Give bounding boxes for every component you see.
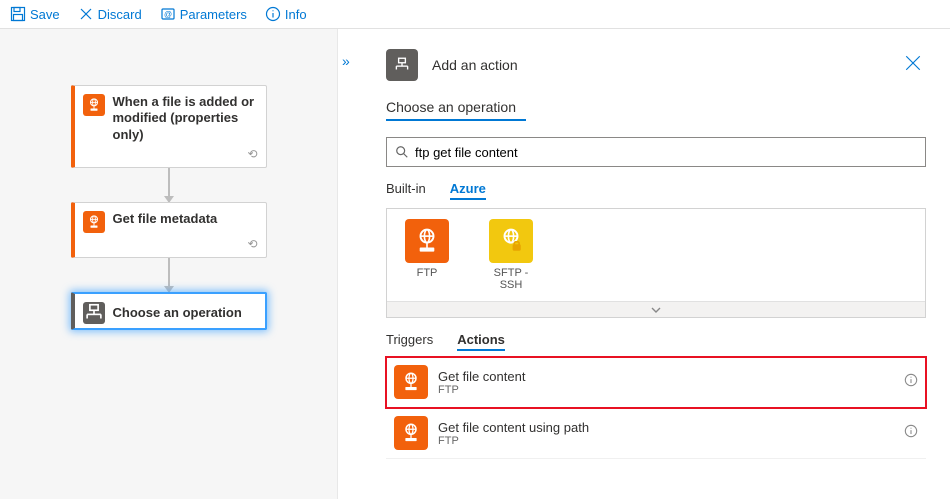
info-icon (265, 6, 281, 22)
action-title: Get file content (438, 369, 525, 384)
collapse-panel-button[interactable]: » (342, 53, 350, 69)
operation-icon (83, 302, 105, 324)
panel-title: Add an action (432, 57, 518, 73)
panel-subtitle: Choose an operation (386, 99, 926, 115)
close-icon (78, 6, 94, 22)
operation-icon (386, 49, 418, 81)
action-title: Get file content using path (438, 420, 589, 435)
search-input[interactable] (415, 145, 917, 160)
ftp-icon (83, 211, 105, 233)
command-bar: Save Discard @ Parameters Info (0, 0, 950, 29)
chevron-down-icon (651, 305, 661, 315)
choose-title: Choose an operation (113, 305, 242, 321)
parameters-icon: @ (160, 6, 176, 22)
scope-tabs: Built-in Azure (386, 181, 926, 200)
action-get-file-content[interactable]: Get file content FTP (386, 357, 926, 408)
ftp-icon (405, 219, 449, 263)
save-button[interactable]: Save (10, 6, 60, 22)
link-icon: ⟲ (75, 237, 266, 257)
info-icon[interactable] (904, 373, 918, 392)
action-panel: » Add an action Choose an operation Buil… (338, 29, 950, 499)
connector-ftp[interactable]: FTP (399, 219, 455, 291)
tab-builtin[interactable]: Built-in (386, 181, 426, 200)
choose-operation-card[interactable]: Choose an operation (71, 292, 267, 330)
save-label: Save (30, 7, 60, 22)
info-icon[interactable] (904, 424, 918, 443)
expand-connectors-button[interactable] (387, 301, 925, 317)
action-card-metadata[interactable]: Get file metadata ⟲ (71, 202, 267, 258)
trigger-card[interactable]: When a file is added or modified (proper… (71, 85, 267, 168)
ftp-icon (394, 365, 428, 399)
designer-canvas: When a file is added or modified (proper… (0, 29, 338, 499)
connectors-box: FTP SFTP - SSH (386, 208, 926, 318)
action-subtitle: FTP (438, 384, 525, 396)
discard-label: Discard (98, 7, 142, 22)
sftp-icon (489, 219, 533, 263)
tab-triggers[interactable]: Triggers (386, 332, 433, 351)
action-title: Get file metadata (113, 211, 218, 227)
info-label: Info (285, 7, 307, 22)
actions-list: Get file content FTP Get file content us… (386, 357, 926, 459)
close-panel-button[interactable] (900, 50, 926, 81)
subtitle-underline (386, 119, 526, 121)
action-get-file-content-path[interactable]: Get file content using path FTP (386, 408, 926, 459)
info-button[interactable]: Info (265, 6, 307, 22)
search-box[interactable] (386, 137, 926, 167)
kind-tabs: Triggers Actions (386, 332, 926, 351)
search-icon (395, 145, 409, 159)
connector-label: SFTP - SSH (494, 267, 529, 291)
ftp-icon (394, 416, 428, 450)
link-icon: ⟲ (75, 147, 266, 167)
tab-actions[interactable]: Actions (457, 332, 505, 351)
trigger-title: When a file is added or modified (proper… (113, 94, 256, 143)
svg-text:@: @ (164, 10, 172, 19)
parameters-button[interactable]: @ Parameters (160, 6, 247, 22)
action-subtitle: FTP (438, 435, 589, 447)
tab-azure[interactable]: Azure (450, 181, 486, 200)
connector-line (168, 168, 170, 202)
ftp-icon (83, 94, 105, 116)
connector-sftp[interactable]: SFTP - SSH (483, 219, 539, 291)
connector-line (168, 258, 170, 292)
save-icon (10, 6, 26, 22)
connector-label: FTP (417, 267, 438, 279)
discard-button[interactable]: Discard (78, 6, 142, 22)
parameters-label: Parameters (180, 7, 247, 22)
